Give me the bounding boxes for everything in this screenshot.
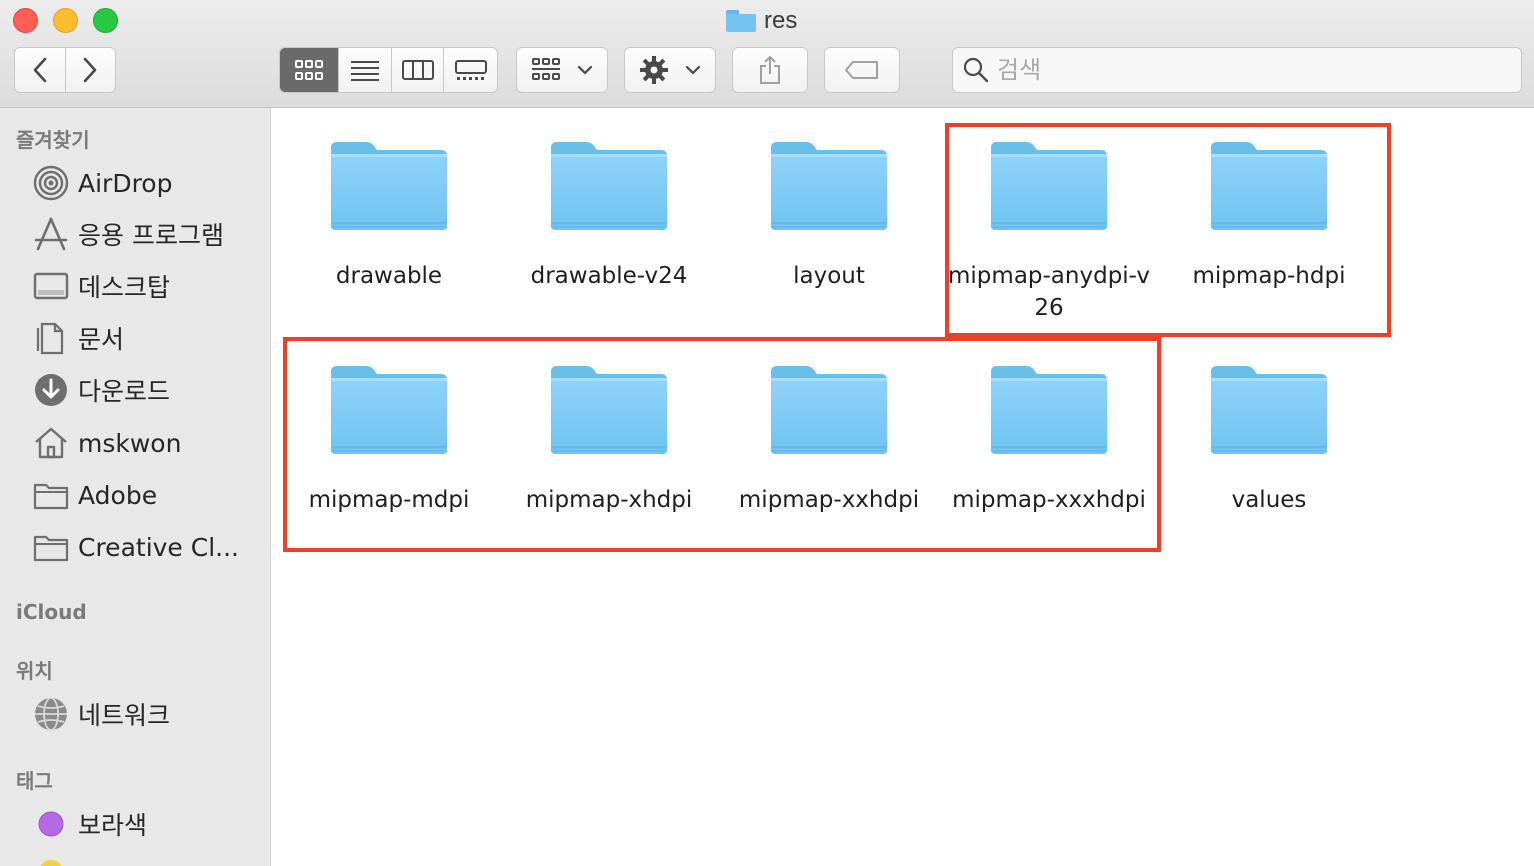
highlight-box-row2 (283, 337, 1161, 552)
sidebar-item-label: AirDrop (78, 168, 173, 198)
sidebar-item-airdrop[interactable]: AirDrop (33, 163, 263, 203)
sidebar-item-label: mskwon (78, 428, 182, 458)
folder-name-label: drawable-v24 (530, 263, 688, 289)
highlight-box-row1 (945, 123, 1391, 337)
sidebar-item-network[interactable]: 네트워크 (33, 694, 263, 734)
icon-view-button[interactable] (280, 48, 339, 92)
gear-icon (640, 56, 668, 84)
toolbar: res (0, 0, 1534, 108)
sidebar-item-label: 문서 (78, 325, 125, 354)
folder-item[interactable]: values (1159, 360, 1379, 516)
sidebar-item-label: 보라색 (78, 811, 148, 840)
folder-icon (771, 142, 887, 230)
chevron-right-icon (84, 57, 97, 83)
sidebar-item-adobe[interactable]: Adobe (33, 475, 263, 515)
sidebar-item-label: 네트워크 (78, 701, 171, 730)
share-button[interactable] (732, 47, 808, 93)
folder-icon (331, 142, 447, 230)
sidebar: 즐겨찾기 AirDrop 응용 프로그램 데스크탑 문서 다운로드 mskwon… (0, 108, 271, 866)
minimize-window-button[interactable] (53, 8, 78, 33)
folder-name-label: drawable (335, 263, 443, 289)
purple-tag-dot-icon (33, 806, 69, 842)
folder-name-label: layout (793, 263, 865, 289)
navigation-buttons (14, 47, 116, 93)
sidebar-item-downloads[interactable]: 다운로드 (33, 370, 263, 410)
download-icon (33, 372, 69, 408)
sidebar-item-applications[interactable]: 응용 프로그램 (33, 214, 263, 254)
share-icon (760, 55, 780, 84)
folder-icon (726, 10, 756, 32)
back-button[interactable] (15, 48, 65, 92)
folder-icon (551, 142, 667, 230)
folder-item[interactable]: layout (719, 136, 939, 292)
column-view-button[interactable] (390, 48, 444, 92)
folder-item[interactable]: drawable-v24 (499, 136, 719, 292)
close-window-button[interactable] (13, 8, 38, 33)
desktop-icon (33, 268, 69, 304)
group-by-button[interactable] (516, 47, 608, 93)
chevron-down-icon (685, 65, 701, 75)
window-title: res (726, 6, 797, 36)
tag-icon (845, 61, 878, 79)
column-view-icon (401, 60, 434, 80)
sidebar-item-documents[interactable]: 문서 (33, 318, 263, 358)
tags-section-title: 태그 (16, 769, 53, 793)
sidebar-item-desktop[interactable]: 데스크탑 (33, 266, 263, 306)
partial-tag-dot (40, 860, 62, 866)
folder-icon (33, 529, 69, 565)
search-icon (963, 57, 989, 83)
chevron-down-icon (577, 65, 593, 75)
sidebar-item-label: 데스크탑 (78, 273, 171, 302)
tag-button[interactable] (824, 47, 900, 93)
sidebar-item-label: 다운로드 (78, 377, 171, 406)
favorites-section-title: 즐겨찾기 (16, 128, 90, 152)
chevron-left-icon (33, 57, 47, 83)
sidebar-item-label: Creative Cl... (78, 532, 239, 562)
folder-icon (1211, 366, 1327, 454)
view-mode-control (279, 47, 498, 93)
sidebar-item-creative-cloud[interactable]: Creative Cl... (33, 527, 263, 567)
network-icon (33, 696, 69, 732)
search-field[interactable] (952, 47, 1522, 93)
window-title-text: res (764, 7, 798, 34)
group-grid-icon (532, 58, 560, 80)
folder-item[interactable]: drawable (279, 136, 499, 292)
sidebar-item-label: Adobe (78, 480, 158, 510)
sidebar-item-tag-purple[interactable]: 보라색 (33, 804, 263, 844)
search-input[interactable] (997, 56, 1521, 84)
forward-button[interactable] (64, 48, 115, 92)
list-view-icon (351, 61, 380, 81)
action-menu-button[interactable] (624, 47, 716, 93)
document-icon (33, 320, 69, 356)
zoom-window-button[interactable] (93, 8, 118, 33)
gallery-view-icon (454, 60, 487, 80)
file-browser-content: drawable drawable-v24 layout mipmap-anyd… (272, 108, 1534, 866)
home-icon (33, 425, 69, 461)
folder-name-label: values (1231, 487, 1307, 513)
list-view-button[interactable] (338, 48, 391, 92)
applications-icon (33, 216, 69, 252)
gallery-view-button[interactable] (443, 48, 497, 92)
locations-section-title: 위치 (16, 659, 53, 683)
icon-view-icon (295, 60, 324, 80)
folder-icon (33, 477, 69, 513)
airdrop-icon (33, 165, 69, 201)
icloud-section-title: iCloud (16, 600, 87, 624)
sidebar-item-home[interactable]: mskwon (33, 423, 263, 463)
sidebar-item-label: 응용 프로그램 (78, 221, 224, 250)
